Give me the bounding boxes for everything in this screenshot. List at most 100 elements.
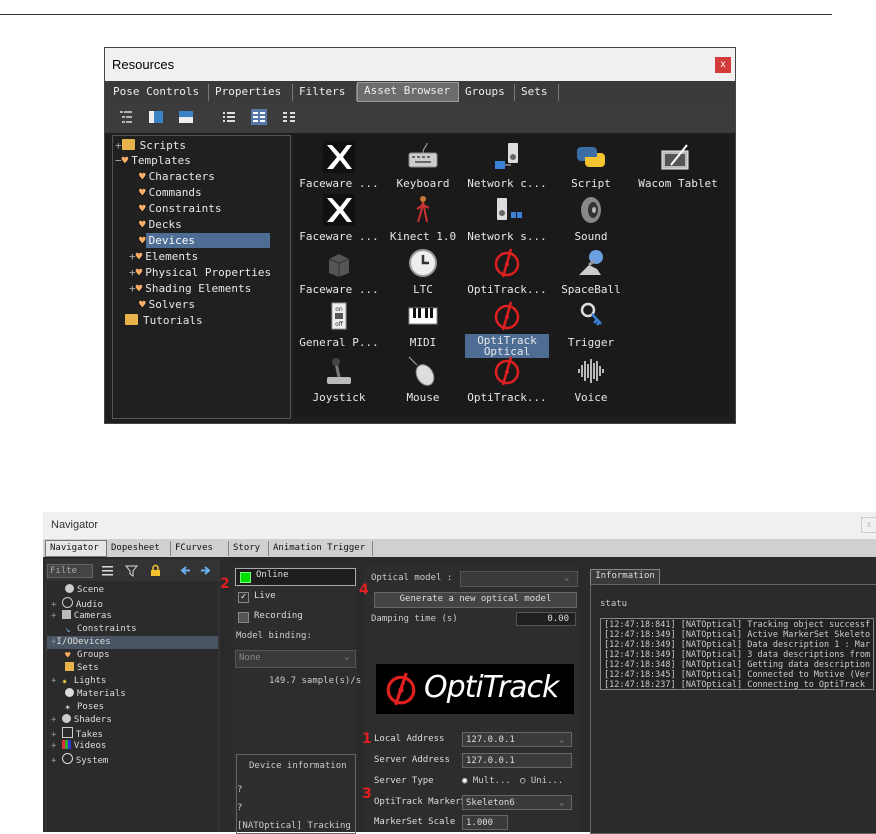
tab-properties[interactable]: Properties xyxy=(209,84,293,101)
tree-item-commands[interactable]: ♥ Commands xyxy=(139,185,205,200)
split-vertical-icon[interactable] xyxy=(148,109,164,125)
device-joystick[interactable]: Joystick xyxy=(297,355,381,407)
tab-pose-controls[interactable]: Pose Controls xyxy=(107,84,209,101)
tab-sets[interactable]: Sets xyxy=(515,84,559,101)
device-optitrack-2[interactable]: OptiTrack... xyxy=(465,355,549,407)
detail-view-icon[interactable] xyxy=(281,109,297,125)
device-faceware-2[interactable]: Faceware ... xyxy=(297,194,381,246)
tree-item-decks[interactable]: ♥ Decks xyxy=(139,217,185,232)
nav-item-takes[interactable]: + Takes xyxy=(51,727,103,740)
online-toggle[interactable]: Online xyxy=(235,568,356,586)
server-address-input[interactable]: 127.0.0.1 xyxy=(462,753,572,768)
status-log[interactable]: [12:47:18:841] [NATOptical] Tracking obj… xyxy=(600,618,874,690)
tree-item-physical-properties[interactable]: +♥ Physical Properties xyxy=(129,265,274,280)
damping-input[interactable]: 0.00 xyxy=(516,612,576,626)
device-optitrack-1[interactable]: OptiTrack... xyxy=(465,247,549,299)
nav-item-materials[interactable]: Materials xyxy=(65,688,126,701)
optical-model-select[interactable]: ⌄ xyxy=(460,571,578,587)
nav-item-poses[interactable]: ✶ Poses xyxy=(65,701,104,714)
lock-icon[interactable] xyxy=(149,564,162,577)
markerset-scale-input[interactable]: 1.000 xyxy=(462,815,508,830)
tree-item-devices[interactable]: ♥ Devices xyxy=(139,233,289,248)
split-horizontal-icon[interactable] xyxy=(178,109,194,125)
device-network-server[interactable]: Network s... xyxy=(465,194,549,246)
tree-item-templates[interactable]: −♥ Templates xyxy=(115,153,194,168)
device-kinect[interactable]: Kinect 1.0 xyxy=(381,194,465,246)
server-type-unicast-radio[interactable]: ○ Uni... xyxy=(520,776,563,786)
nav-item-cameras[interactable]: + Cameras xyxy=(51,610,112,623)
device-midi[interactable]: MIDI xyxy=(381,300,465,352)
server-type-multicast-radio[interactable]: ◉ Mult... xyxy=(462,776,511,786)
nav-item-audio[interactable]: + Audio xyxy=(51,597,103,610)
device-ltc[interactable]: LTC xyxy=(381,247,465,299)
device-general-purpose[interactable]: on off General P... xyxy=(297,300,381,352)
nav-item-system[interactable]: + System xyxy=(51,753,108,766)
tree-view-icon[interactable] xyxy=(118,109,134,125)
recording-label: Recording xyxy=(254,611,303,621)
logo-text: OptiTrack xyxy=(424,670,559,705)
generate-optical-model-button[interactable]: Generate a new optical model xyxy=(374,592,577,608)
local-address-select[interactable]: 127.0.0.1 ⌄ xyxy=(462,732,572,747)
tree-item-tutorials[interactable]: Tutorials xyxy=(125,313,206,328)
icon-view-icon[interactable] xyxy=(251,109,267,125)
nav-item-shaders[interactable]: + Shaders xyxy=(51,714,112,727)
device-mouse[interactable]: Mouse xyxy=(381,355,465,407)
device-keyboard[interactable]: Keyboard xyxy=(381,141,465,193)
video-icon xyxy=(61,740,71,749)
device-script[interactable]: Script xyxy=(549,141,633,193)
device-voice[interactable]: Voice xyxy=(549,355,633,407)
device-sound[interactable]: Sound xyxy=(549,194,633,246)
optical-settings-panel: Optical model : ⌄ Generate a new optical… xyxy=(364,566,579,832)
live-checkbox[interactable]: ✓ xyxy=(238,592,249,603)
tab-dopesheet[interactable]: Dopesheet xyxy=(107,541,171,556)
nav-item-constraints[interactable]: ↘ Constraints xyxy=(65,623,137,636)
filter-input[interactable]: Filte xyxy=(47,564,93,578)
tab-asset-browser[interactable]: Asset Browser xyxy=(357,82,459,102)
tab-filters[interactable]: Filters xyxy=(293,84,357,101)
tab-fcurves[interactable]: FCurves xyxy=(171,541,229,556)
list-view-icon[interactable] xyxy=(221,109,237,125)
markerset-select[interactable]: Skeleton6 ⌄ xyxy=(462,795,572,810)
nav-item-lights[interactable]: + ✷ Lights xyxy=(51,675,106,688)
top-divider xyxy=(0,14,832,15)
device-optitrack-optical[interactable]: OptiTrack Optical xyxy=(465,300,549,358)
nav-item-scene[interactable]: Scene xyxy=(65,584,104,597)
device-network-client[interactable]: Network c... xyxy=(465,141,549,193)
device-faceware-3[interactable]: Faceware ... xyxy=(297,247,381,299)
tab-navigator[interactable]: Navigator xyxy=(45,540,107,557)
recording-checkbox[interactable] xyxy=(238,612,249,623)
material-icon xyxy=(65,688,74,697)
kinect-icon xyxy=(416,196,430,223)
tree-item-solvers[interactable]: ♥ Solvers xyxy=(139,297,198,312)
tab-groups[interactable]: Groups xyxy=(459,84,515,101)
nav-item-sets[interactable]: Sets xyxy=(65,662,99,675)
model-binding-select[interactable]: None ⌄ xyxy=(235,650,356,668)
device-spaceball[interactable]: SpaceBall xyxy=(549,247,633,299)
navigator-title: Navigator xyxy=(51,519,99,531)
back-arrow-icon[interactable] xyxy=(179,564,192,577)
list-icon[interactable] xyxy=(101,564,114,577)
system-icon xyxy=(61,753,73,764)
nav-item-videos[interactable]: + Videos xyxy=(51,740,106,753)
tree-item-scripts[interactable]: + Scripts xyxy=(115,138,189,153)
nav-item-groups[interactable]: ♥ Groups xyxy=(65,649,110,662)
light-icon: ✷ xyxy=(61,677,68,687)
forward-arrow-icon[interactable] xyxy=(199,564,212,577)
template-icon: ♥ xyxy=(139,234,146,247)
tree-item-elements[interactable]: +♥ Elements xyxy=(129,249,201,264)
switch-icon: on off xyxy=(331,302,347,330)
device-trigger[interactable]: Trigger xyxy=(549,300,633,352)
nav-item-devices[interactable]: +I/ODevices xyxy=(47,636,218,649)
device-wacom-tablet[interactable]: Wacom Tablet xyxy=(633,141,723,193)
close-icon[interactable]: x xyxy=(715,57,731,73)
tab-information[interactable]: Information xyxy=(590,569,660,585)
mouse-icon xyxy=(408,356,435,386)
tree-item-characters[interactable]: ♥ Characters xyxy=(139,169,218,184)
tree-item-constraints[interactable]: ♥ Constraints xyxy=(139,201,224,216)
filter-icon[interactable] xyxy=(125,564,138,577)
device-faceware-1[interactable]: Faceware ... xyxy=(297,141,381,193)
close-icon[interactable]: x xyxy=(861,517,876,533)
tab-animation-trigger[interactable]: Animation Trigger xyxy=(269,541,373,556)
tree-item-shading-elements[interactable]: +♥ Shading Elements xyxy=(129,281,254,296)
tab-story[interactable]: Story xyxy=(229,541,269,556)
